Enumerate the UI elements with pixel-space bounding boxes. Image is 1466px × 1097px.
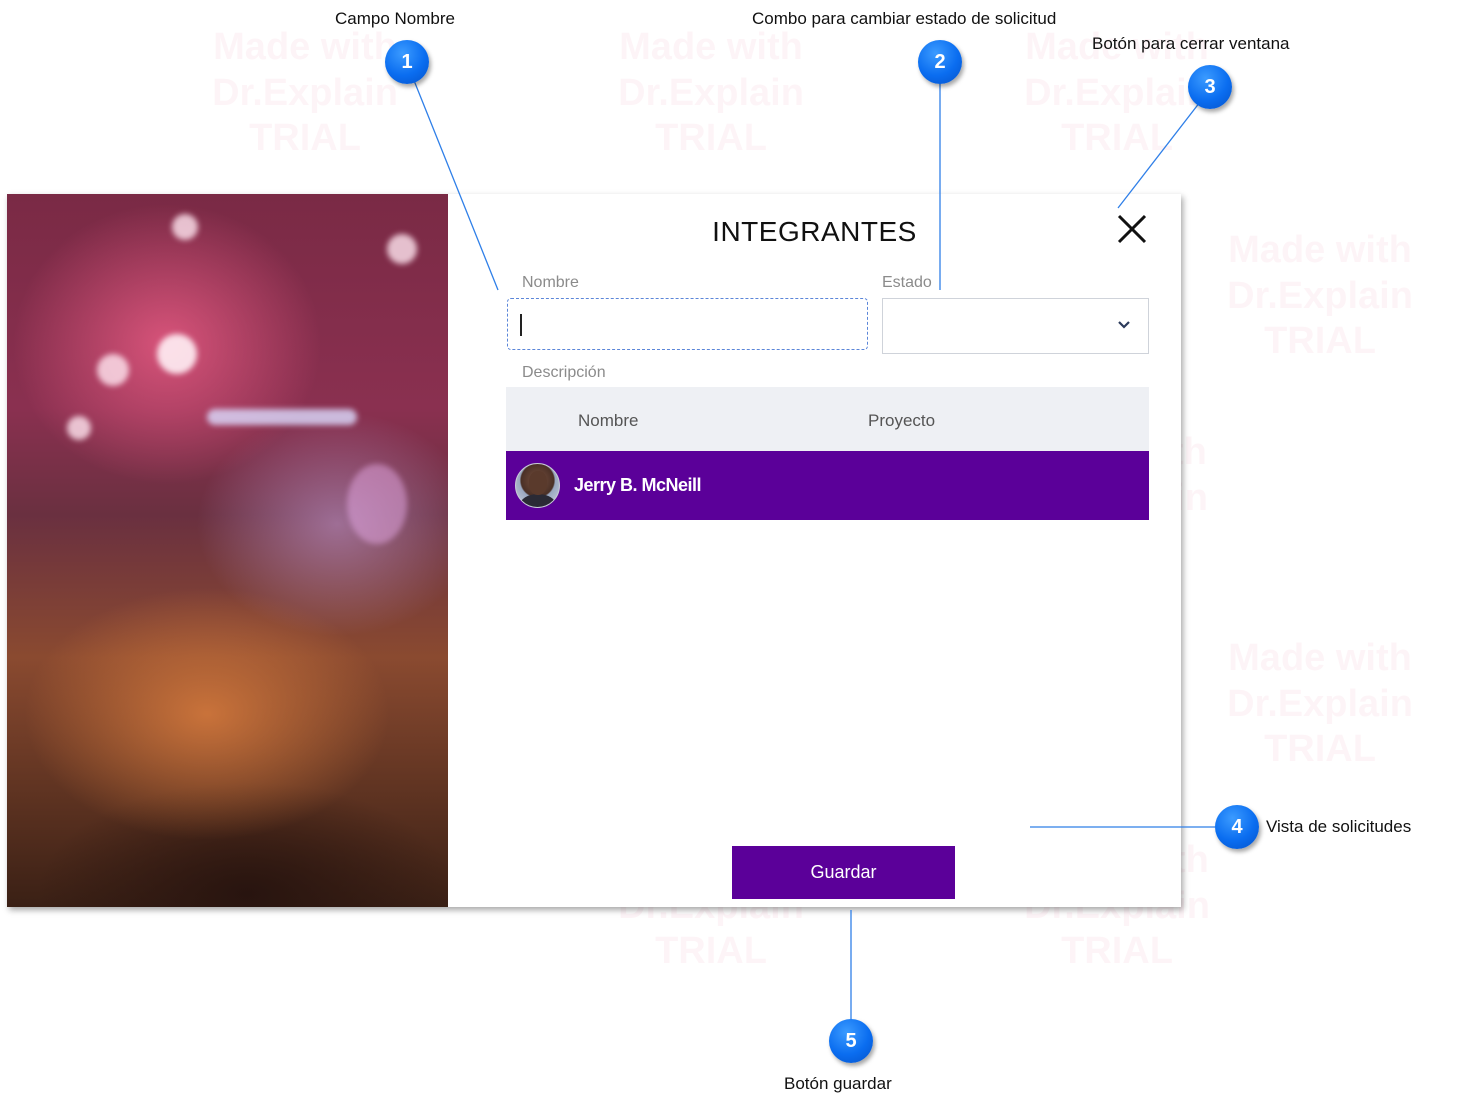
form-panel: INTEGRANTES Nombre Estado Descripción No… — [448, 194, 1181, 907]
callout-label-2: Combo para cambiar estado de solicitud — [752, 9, 1057, 28]
callout-badge-4: 4 — [1215, 805, 1259, 849]
nombre-label: Nombre — [522, 274, 579, 291]
watermark: Made withDr.ExplainTRIAL — [1205, 636, 1435, 773]
watermark: Made withDr.ExplainTRIAL — [596, 25, 826, 162]
guardar-button[interactable]: Guardar — [732, 846, 955, 899]
column-header-nombre: Nombre — [578, 411, 639, 430]
callout-label-1: Campo Nombre — [335, 9, 455, 28]
window-title: INTEGRANTES — [712, 216, 917, 247]
avatar — [515, 463, 560, 508]
table-row[interactable]: Jerry B. McNeill — [506, 451, 1149, 520]
callout-label-5: Botón guardar — [784, 1074, 892, 1093]
watermark: Made withDr.ExplainTRIAL — [190, 25, 420, 162]
solicitudes-table: Nombre Proyecto Jerry B. McNeill — [506, 387, 1149, 520]
column-header-proyecto: Proyecto — [868, 411, 936, 430]
nombre-input[interactable] — [507, 298, 868, 350]
callout-badge-2: 2 — [918, 40, 962, 84]
callout-badge-5: 5 — [829, 1019, 873, 1063]
estado-label: Estado — [882, 274, 932, 291]
callout-label-4: Vista de solicitudes — [1266, 817, 1412, 836]
callout-label-3: Botón para cerrar ventana — [1092, 34, 1290, 53]
row-nombre: Jerry B. McNeill — [574, 475, 702, 495]
chevron-down-icon — [1118, 321, 1130, 329]
concert-photo — [7, 194, 448, 907]
text-caret — [520, 314, 522, 336]
integrantes-window: INTEGRANTES Nombre Estado Descripción No… — [7, 194, 1181, 907]
descripcion-label: Descripción — [522, 364, 606, 381]
close-icon[interactable] — [1115, 212, 1149, 246]
callout-badge-3: 3 — [1188, 65, 1232, 109]
estado-select[interactable] — [882, 298, 1149, 354]
callout-badge-1: 1 — [385, 40, 429, 84]
table-header: Nombre Proyecto — [506, 387, 1149, 451]
watermark: Made withDr.ExplainTRIAL — [1205, 228, 1435, 365]
